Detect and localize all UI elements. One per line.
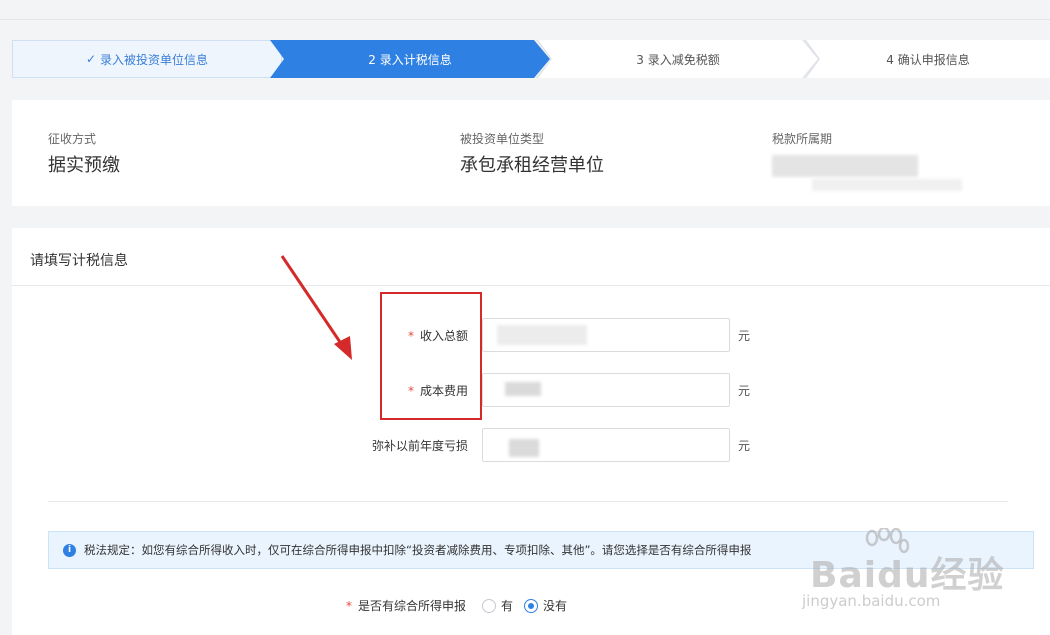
prior-loss-row: 弥补以前年度亏损 元 xyxy=(12,428,1050,462)
step-2-label: 2 录入计税信息 xyxy=(368,52,452,67)
tax-period-label: 税款所属期 xyxy=(772,132,833,146)
prior-loss-input[interactable] xyxy=(482,428,730,462)
cost-expense-row: * 成本费用 元 xyxy=(12,373,1050,407)
watermark-text: Baidu经验 xyxy=(810,555,1005,596)
total-income-unit: 元 xyxy=(738,329,751,343)
prior-loss-label: 弥补以前年度亏损 xyxy=(371,439,468,453)
step-progress: ✓ 录入被投资单位信息 3 录入减免税额 4 确认申报信息 2 录入计税信息 xyxy=(12,40,1050,78)
check-icon: ✓ xyxy=(85,52,97,66)
watermark-url: jingyan.baidu.com xyxy=(802,592,941,610)
cost-expense-unit: 元 xyxy=(738,384,751,398)
divider xyxy=(12,285,1050,286)
step-2[interactable]: 2 录入计税信息 xyxy=(270,40,550,78)
tax-period-value-redacted xyxy=(772,153,962,193)
baidu-watermark: Baidu经验 jingyan.baidu.com xyxy=(800,528,1003,618)
collection-method: 征收方式 据实预缴 xyxy=(48,130,120,177)
notice-text: 税法规定：如您有综合所得收入时，仅可在综合所得申报中扣除“投资者减除费用、专项扣… xyxy=(84,543,752,557)
radio-no[interactable]: 没有 xyxy=(524,597,567,614)
radio-yes[interactable]: 有 xyxy=(482,597,513,614)
radio-checked-icon[interactable] xyxy=(524,598,538,613)
comprehensive-income-label: * 是否有综合所得申报 xyxy=(346,599,467,613)
entity-type: 被投资单位类型 承包承租经营单位 xyxy=(460,130,604,177)
cost-expense-input[interactable] xyxy=(482,373,730,407)
info-icon: i xyxy=(63,543,76,557)
entity-type-label: 被投资单位类型 xyxy=(460,132,545,146)
prior-loss-unit: 元 xyxy=(738,439,751,453)
total-income-row: * 收入总额 元 xyxy=(12,318,1050,352)
collection-method-label: 征收方式 xyxy=(48,132,97,146)
radio-no-label: 没有 xyxy=(543,599,568,613)
total-income-label: * 收入总额 xyxy=(407,329,468,343)
divider xyxy=(48,501,1008,502)
form-title: 请填写计税信息 xyxy=(30,253,128,269)
step-1[interactable]: ✓ 录入被投资单位信息 xyxy=(12,40,282,78)
entity-type-value: 承包承租经营单位 xyxy=(460,155,604,176)
step-3-label: 3 录入减免税额 xyxy=(636,52,720,67)
top-bar xyxy=(0,0,1050,20)
step-4-label: 4 确认申报信息 xyxy=(886,52,970,67)
radio-yes-label: 有 xyxy=(501,599,514,613)
tax-period: 税款所属期 xyxy=(772,130,962,193)
cost-expense-label: * 成本费用 xyxy=(407,384,468,398)
step-3[interactable]: 3 录入减免税额 xyxy=(538,40,818,78)
radio-circle-icon[interactable] xyxy=(482,598,496,613)
collection-method-value: 据实预缴 xyxy=(48,155,120,176)
step-4[interactable]: 4 确认申报信息 xyxy=(806,40,1050,78)
total-income-input[interactable] xyxy=(482,318,730,352)
step-1-label: 录入被投资单位信息 xyxy=(100,52,209,67)
declaration-info-panel: 征收方式 据实预缴 被投资单位类型 承包承租经营单位 税款所属期 xyxy=(12,100,1050,206)
